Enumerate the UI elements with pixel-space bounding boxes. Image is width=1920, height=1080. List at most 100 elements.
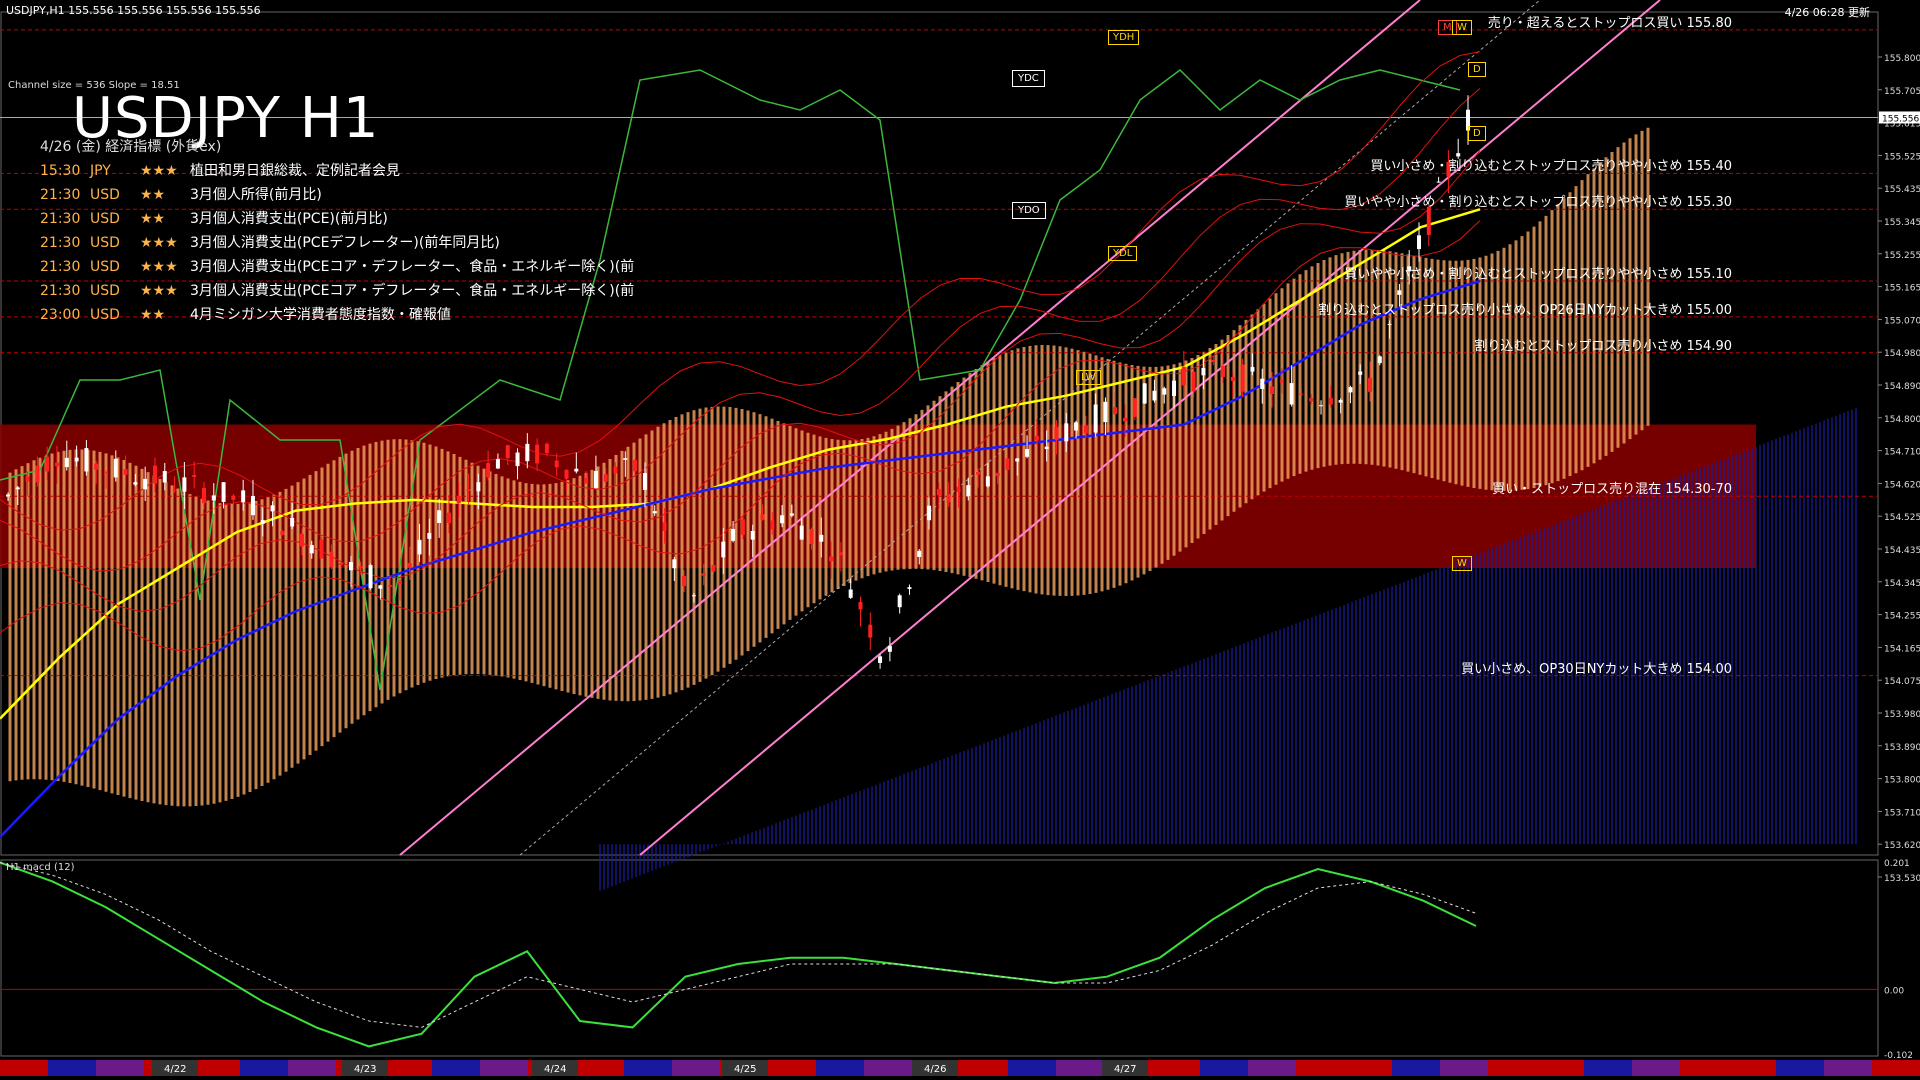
candle-body <box>554 460 559 468</box>
candle-body <box>329 551 334 568</box>
session-block <box>1152 1060 1200 1076</box>
tag-d2: D <box>1468 126 1486 141</box>
candle-body <box>740 519 745 535</box>
session-block <box>1536 1060 1584 1076</box>
signal-label: 買い・ストップロス売り混在 154.30-70 <box>1492 482 1732 498</box>
price-tick-label: 155.705 <box>1884 87 1920 97</box>
candle-body <box>1299 393 1304 395</box>
candle-body <box>1289 383 1294 405</box>
session-block <box>48 1060 96 1076</box>
signal-label: 買い小さめ・割り込むとストップロス売りやや小さめ 155.40 <box>1370 159 1732 175</box>
candle-body <box>603 474 608 482</box>
candle-body <box>6 494 10 497</box>
price-tick-label: 155.255 <box>1884 251 1920 261</box>
candle-body <box>1083 425 1088 434</box>
event-currency: USD <box>90 187 120 203</box>
candle-body <box>15 487 20 490</box>
session-block <box>1584 1060 1632 1076</box>
candle-body <box>1358 371 1363 375</box>
candle-body <box>339 563 344 565</box>
event-row: 23:00 USD ★★ 4月ミシガン大学消費者態度指数・確報値 <box>40 304 451 324</box>
candle-body <box>1172 380 1177 397</box>
candle-body <box>1279 380 1284 383</box>
candle-body <box>388 585 393 587</box>
candle-body <box>495 459 500 469</box>
candle-body <box>1074 422 1079 431</box>
date-label: 4/24 <box>544 1064 566 1075</box>
price-tick-label: 153.530 <box>1884 874 1920 884</box>
event-currency: JPY <box>90 163 111 179</box>
price-tick-label: 153.620 <box>1884 841 1920 851</box>
candle-body <box>231 495 236 500</box>
candle-body <box>701 573 706 576</box>
tag-ydc: YDC <box>1012 70 1045 87</box>
event-row: 21:30 USD ★★★ 3月個人消費支出(PCEコア・デフレーター、食品・エネルギ… <box>40 280 634 300</box>
candle-body <box>1426 206 1431 235</box>
session-block <box>192 1060 240 1076</box>
candle-body <box>858 601 863 610</box>
session-block <box>816 1060 864 1076</box>
price-tick-label: 155.800 <box>1884 54 1920 64</box>
candle-body <box>956 486 961 493</box>
candle-body <box>584 478 589 484</box>
candle-body <box>564 470 569 479</box>
event-currency: USD <box>90 283 120 299</box>
price-tick-label: 154.075 <box>1884 677 1920 687</box>
price-tick-label: 154.980 <box>1884 349 1920 359</box>
candle-body <box>397 581 402 585</box>
candle-body <box>770 520 775 530</box>
event-time: 21:30 <box>40 235 81 251</box>
session-block <box>288 1060 336 1076</box>
candle-body <box>260 520 265 524</box>
candle-body <box>789 513 794 516</box>
session-block <box>1344 1060 1392 1076</box>
candle-body <box>985 476 990 487</box>
session-block <box>1296 1060 1344 1076</box>
candle-body <box>1103 401 1108 423</box>
candle-body <box>799 525 804 540</box>
session-block <box>1872 1060 1920 1076</box>
macd-tick-label: 0.00 <box>1884 986 1904 996</box>
event-currency: USD <box>90 259 120 275</box>
candle-body <box>437 510 442 524</box>
session-block <box>1056 1060 1104 1076</box>
price-tick-label: 154.345 <box>1884 579 1920 589</box>
signal-label: 割り込むとストップロス売り小さめ、OP26日NYカット大きめ 155.00 <box>1318 302 1732 318</box>
candle-body <box>280 531 285 536</box>
candle-body <box>192 474 197 477</box>
candle-body <box>1162 388 1167 395</box>
candle-body <box>25 476 30 482</box>
event-name: 3月個人消費支出(PCEコア・デフレーター、食品・エネルギー除く)(前 <box>190 259 635 275</box>
event-stars: ★★ <box>140 307 166 323</box>
signal-label: 買い小さめ、OP30日NYカット大きめ 154.00 <box>1461 661 1732 677</box>
macd-label: H1 macd (12) <box>6 862 75 873</box>
tag-w: W <box>1452 20 1472 35</box>
candle-body <box>1348 387 1353 393</box>
candle-body <box>84 448 89 472</box>
candle-body <box>1436 181 1441 183</box>
candle-body <box>838 552 843 556</box>
candle-body <box>456 495 461 504</box>
session-block <box>1728 1060 1776 1076</box>
event-row: 21:30 USD ★★★ 3月個人消費支出(PCEコア・デフレーター、食品・エネルギ… <box>40 256 634 276</box>
candle-body <box>1270 386 1275 395</box>
candle-body <box>1221 366 1226 377</box>
candle-body <box>113 458 118 478</box>
candle-body <box>1191 371 1196 392</box>
candle-body <box>897 595 902 608</box>
candle-body <box>682 576 687 587</box>
session-block <box>1776 1060 1824 1076</box>
event-row: 21:30 USD ★★ 3月個人消費支出(PCE)(前月比) <box>40 208 388 228</box>
candle-body <box>691 595 696 597</box>
candle-body <box>1025 448 1030 457</box>
price-tick-label: 153.710 <box>1884 808 1920 818</box>
event-name: 3月個人所得(前月比) <box>190 187 322 203</box>
candle-body <box>378 585 383 589</box>
candle-body <box>1368 377 1373 392</box>
candle-body <box>1132 398 1137 417</box>
tag-ydo: YDO <box>1012 202 1046 219</box>
date-label: 4/26 <box>924 1064 946 1075</box>
candle-body <box>525 443 530 462</box>
candle-body <box>1034 435 1039 441</box>
candle-body <box>299 533 304 547</box>
